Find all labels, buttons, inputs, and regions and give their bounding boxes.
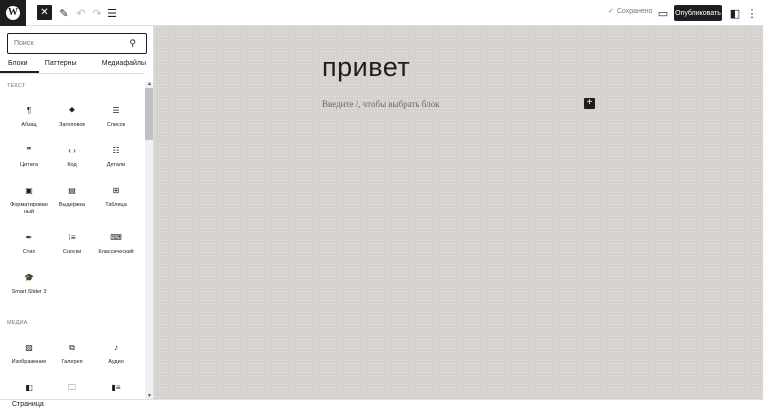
file-icon: 🗀 [68, 383, 76, 392]
block-label: Классический [98, 249, 134, 255]
block-label: Изображение [11, 359, 47, 365]
section-heading-text: ТЕКСТ [7, 83, 26, 89]
block-label: Цитата [19, 162, 39, 168]
section-heading-media: МЕДИА [7, 320, 28, 326]
audio-icon: ♪ [114, 343, 118, 352]
inserter-tabs: Блоки Паттерны Медиафайлы [0, 57, 153, 73]
block-list[interactable]: ☰ Список [95, 106, 137, 129]
verse-icon: ✒ [25, 233, 33, 242]
editor-canvas[interactable]: привет Введите /, чтобы выбрать блок + [154, 26, 763, 399]
table-icon: ⊞ [112, 186, 120, 195]
publish-button[interactable]: Опубликовать [674, 5, 722, 21]
block-table[interactable]: ⊞ Таблица [95, 186, 137, 209]
block-label: Аудио [108, 359, 124, 365]
block-label: Галерея [61, 359, 83, 365]
block-label: Таблица [105, 202, 127, 208]
block-label: Заголовок [59, 122, 85, 128]
block-file[interactable]: 🗀 [51, 383, 93, 393]
top-toolbar: W ✕ ✎ ↶ ↷ ☰ ✓ Сохранено ▭ Опубликовать ◧… [0, 0, 763, 26]
block-breadcrumb-bar: Страница [0, 399, 763, 410]
wordpress-logo-icon: W [6, 6, 20, 20]
tab-media[interactable]: Медиафайлы [94, 57, 153, 73]
block-heading[interactable]: ⯁ Заголовок [51, 106, 93, 129]
block-audio[interactable]: ♪ Аудио [95, 343, 137, 366]
block-media-text[interactable]: ▮≡ [95, 383, 137, 393]
pullquote-icon: ▤ [68, 186, 76, 195]
sidebar-scrollbar[interactable]: ▲ ▼ [145, 81, 153, 399]
smart-slider-icon: 🎓 [24, 273, 34, 282]
block-label: Сноски [62, 249, 82, 255]
block-label: Выдержка [58, 202, 86, 208]
document-overview-icon[interactable]: ☰ [104, 5, 120, 21]
block-label: Код [67, 162, 77, 168]
block-footnotes[interactable]: ⁝≡ Сноски [51, 233, 93, 256]
settings-sidebar-icon[interactable]: ◧ [727, 5, 743, 21]
more-options-icon[interactable]: ⋮ [744, 5, 760, 21]
media-text-icon: ▮≡ [111, 383, 121, 392]
block-image[interactable]: ▨ Изображение [8, 343, 50, 366]
block-cover[interactable]: ◧ [8, 383, 50, 393]
code-icon: ‹ › [68, 146, 76, 155]
undo-icon[interactable]: ↶ [73, 5, 89, 21]
tools-pen-icon[interactable]: ✎ [56, 5, 72, 21]
block-label: Стих [22, 249, 36, 255]
tab-blocks[interactable]: Блоки [0, 57, 39, 73]
block-label: Абзац [21, 122, 37, 128]
classic-icon: ⌨ [110, 233, 122, 242]
search-box: ⚲ [7, 33, 147, 54]
block-paragraph[interactable]: ¶ Абзац [8, 106, 50, 129]
block-label: Форматированный [10, 202, 48, 215]
block-preformatted[interactable]: ▣ Форматированный [8, 186, 50, 216]
block-verse[interactable]: ✒ Стих [8, 233, 50, 256]
list-icon: ☰ [112, 106, 120, 115]
post-title[interactable]: привет [322, 52, 410, 83]
block-code[interactable]: ‹ › Код [51, 146, 93, 169]
heading-icon: ⯁ [68, 106, 76, 115]
block-classic[interactable]: ⌨ Классический [95, 233, 137, 256]
details-icon: ☷ [112, 146, 120, 155]
saved-status: ✓ Сохранено [608, 7, 653, 16]
quote-icon: ❞ [26, 146, 32, 155]
block-gallery[interactable]: ⧉ Галерея [51, 343, 93, 366]
add-block-plus-icon[interactable]: + [584, 98, 595, 109]
block-smart-slider[interactable]: 🎓 Smart Slider 3 [8, 273, 50, 296]
check-icon: ✓ [608, 8, 614, 15]
block-details[interactable]: ☷ Детали [95, 146, 137, 169]
scrollbar-thumb[interactable] [145, 88, 153, 140]
close-inserter-button[interactable]: ✕ [37, 5, 52, 20]
saved-label: Сохранено [616, 7, 653, 15]
wordpress-logo-button[interactable]: W [0, 0, 26, 26]
block-inserter-panel: ⚲ Блоки Паттерны Медиафайлы ТЕКСТ ¶ Абза… [0, 26, 154, 399]
block-quote[interactable]: ❞ Цитата [8, 146, 50, 169]
gallery-icon: ⧉ [69, 343, 75, 352]
block-pullquote[interactable]: ▤ Выдержка [51, 186, 93, 209]
search-icon[interactable]: ⚲ [129, 38, 136, 49]
view-preview-icon[interactable]: ▭ [655, 5, 671, 21]
cover-icon: ◧ [25, 383, 33, 392]
redo-icon[interactable]: ↷ [89, 5, 105, 21]
tab-patterns[interactable]: Паттерны [39, 57, 84, 73]
tabs-divider [0, 73, 145, 74]
preformatted-icon: ▣ [25, 186, 33, 195]
block-label: Smart Slider 3 [11, 289, 47, 295]
block-label: Список [106, 122, 126, 128]
paragraph-icon: ¶ [26, 106, 32, 115]
image-icon: ▨ [25, 343, 33, 352]
search-input[interactable] [14, 40, 124, 47]
breadcrumb-page[interactable]: Страница [12, 401, 44, 408]
block-label: Детали [106, 162, 126, 168]
scroll-up-arrow-icon[interactable]: ▲ [147, 81, 152, 87]
footnotes-icon: ⁝≡ [68, 233, 76, 242]
empty-block-placeholder[interactable]: Введите /, чтобы выбрать блок [322, 99, 440, 109]
